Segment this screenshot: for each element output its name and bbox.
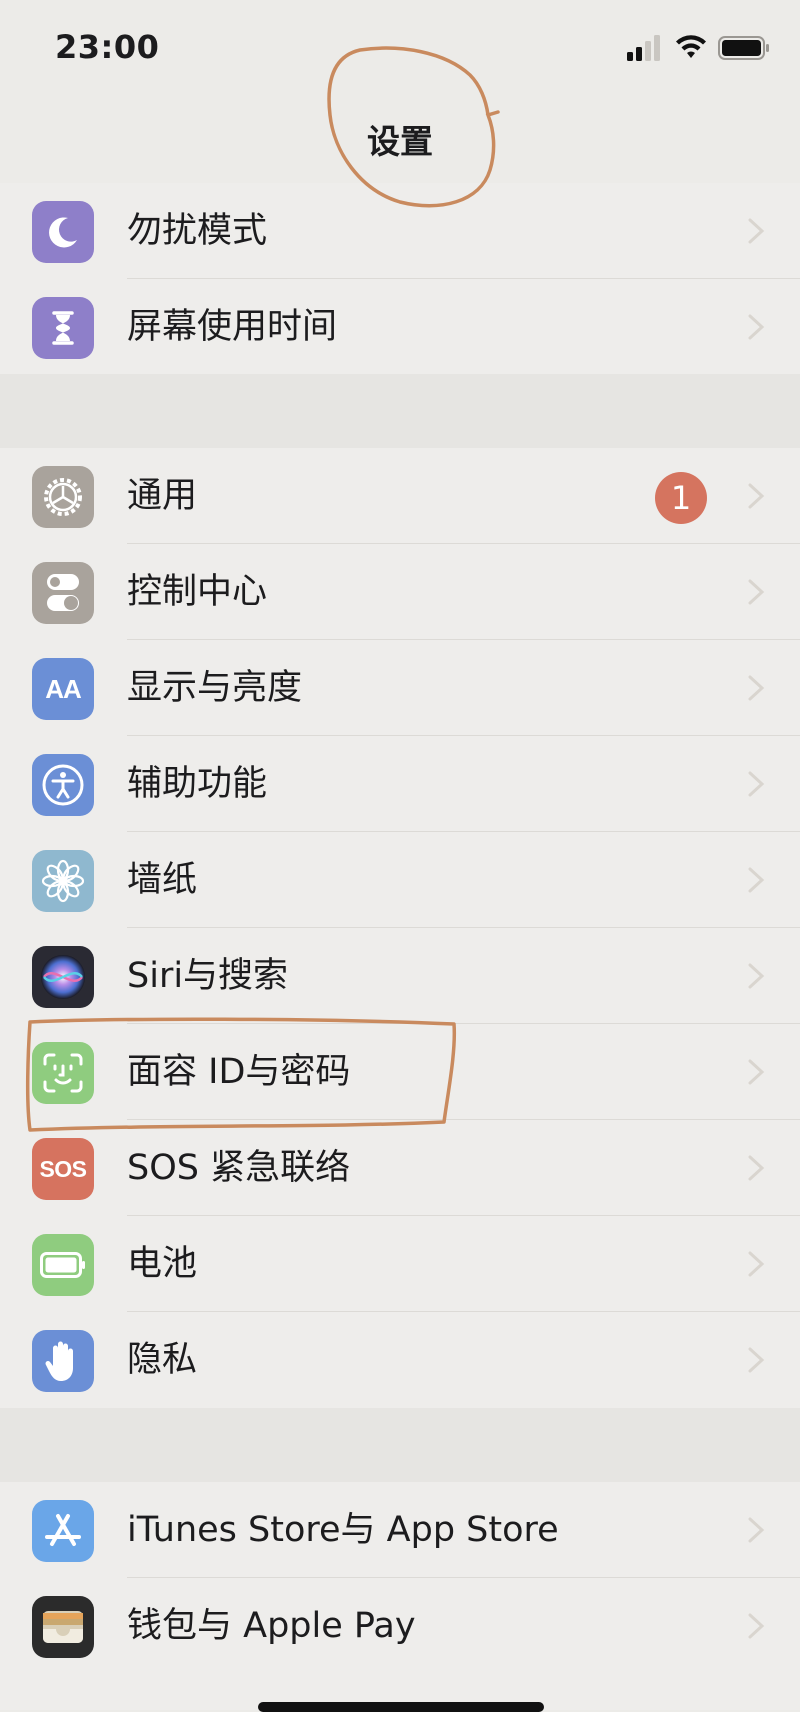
wifi-icon: [676, 35, 706, 58]
chevron-right-icon: [748, 867, 765, 893]
sos-glyph: SOS: [39, 1155, 87, 1182]
settings-row-face-id-passcode[interactable]: 面容 ID与密码: [0, 1024, 800, 1120]
section-separator: [0, 1408, 800, 1482]
settings-row-label: 通用: [127, 476, 198, 516]
settings-row-general[interactable]: 通用 1: [0, 448, 800, 544]
notification-badge: 1: [655, 472, 707, 524]
settings-row-label: 辅助功能: [127, 764, 268, 804]
settings-row-label: SOS 紧急联络: [127, 1148, 351, 1188]
home-indicator[interactable]: [258, 1702, 544, 1712]
chevron-right-icon: [748, 1155, 765, 1181]
settings-row-accessibility[interactable]: 辅助功能: [0, 736, 800, 832]
settings-row-label: Siri与搜索: [127, 956, 289, 996]
settings-row-itunes-app-store[interactable]: iTunes Store与 App Store: [0, 1482, 800, 1578]
wallet-icon: [32, 1596, 94, 1658]
chevron-right-icon: [748, 1613, 765, 1639]
app-store-icon: [32, 1500, 94, 1562]
settings-row-do-not-disturb[interactable]: 勿扰模式: [0, 183, 800, 279]
text-size-icon: AA: [32, 658, 94, 720]
settings-row-screen-time[interactable]: 屏幕使用时间: [0, 279, 800, 375]
settings-row-privacy[interactable]: 隐私: [0, 1312, 800, 1408]
settings-row-battery[interactable]: 电池: [0, 1216, 800, 1312]
settings-row-display-brightness[interactable]: AA 显示与亮度: [0, 640, 800, 736]
settings-row-control-center[interactable]: 控制中心: [0, 544, 800, 640]
status-bar: 23:00: [0, 0, 800, 100]
battery-icon: [32, 1234, 94, 1296]
battery-status-icon: [718, 36, 769, 60]
hand-icon: [32, 1330, 94, 1392]
settings-row-label: 屏幕使用时间: [127, 307, 338, 347]
chevron-right-icon: [748, 963, 765, 989]
settings-row-wallet-apple-pay[interactable]: 钱包与 Apple Pay: [0, 1578, 800, 1674]
section-separator: [0, 374, 800, 448]
accessibility-icon: [32, 754, 94, 816]
chevron-right-icon: [748, 675, 765, 701]
settings-row-label: iTunes Store与 App Store: [127, 1510, 559, 1550]
settings-row-emergency-sos[interactable]: SOS SOS 紧急联络: [0, 1120, 800, 1216]
settings-row-label: 显示与亮度: [127, 668, 303, 708]
settings-row-siri-search[interactable]: Siri与搜索: [0, 928, 800, 1024]
settings-row-label: 隐私: [127, 1340, 198, 1380]
settings-row-label: 勿扰模式: [127, 211, 268, 251]
chevron-right-icon: [748, 314, 765, 340]
settings-row-label: 钱包与 Apple Pay: [127, 1606, 416, 1646]
page-title: 设置: [367, 122, 433, 161]
chevron-right-icon: [748, 1059, 765, 1085]
moon-icon: [32, 201, 94, 263]
sos-icon: SOS: [32, 1138, 94, 1200]
chevron-right-icon: [748, 218, 765, 244]
status-time: 23:00: [55, 28, 160, 66]
flower-icon: [32, 850, 94, 912]
chevron-right-icon: [748, 579, 765, 605]
chevron-right-icon: [748, 483, 765, 509]
toggles-icon: [32, 562, 94, 624]
face-id-icon: [32, 1042, 94, 1104]
chevron-right-icon: [748, 771, 765, 797]
settings-row-label: 面容 ID与密码: [127, 1052, 351, 1092]
settings-row-label: 控制中心: [127, 572, 268, 612]
chevron-right-icon: [748, 1347, 765, 1373]
text-size-glyph: AA: [45, 673, 82, 704]
hourglass-icon: [32, 297, 94, 359]
chevron-right-icon: [748, 1251, 765, 1277]
cellular-signal-icon: [627, 35, 660, 61]
gear-icon: [32, 466, 94, 528]
chevron-right-icon: [748, 1517, 765, 1543]
siri-icon: [32, 946, 94, 1008]
settings-row-wallpaper[interactable]: 墙纸: [0, 832, 800, 928]
settings-row-label: 墙纸: [127, 860, 198, 900]
settings-row-label: 电池: [127, 1244, 198, 1284]
